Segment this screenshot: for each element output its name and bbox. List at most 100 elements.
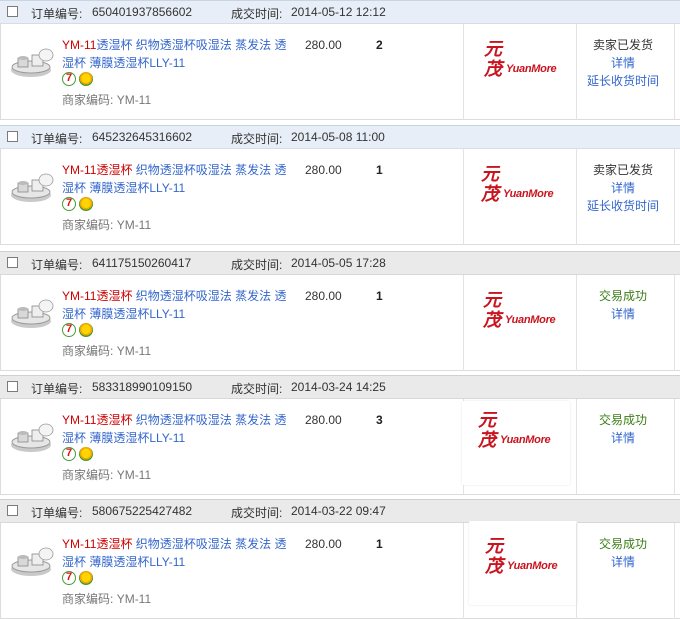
service-icons: 7 [62,197,96,213]
order-no: 645232645316602 [92,130,193,144]
order-no-label: 订单编号: [31,506,83,520]
column-divider [463,149,464,245]
order-status-cell: 交易成功 详情 [579,411,667,447]
unit-price: 280.00 [305,38,342,52]
order-header: 订单编号: 650401937856602 成交时间: 2014-05-12 1… [0,0,680,24]
order-checkbox[interactable] [7,257,18,268]
product-thumbnail[interactable] [9,421,55,455]
order-status: 交易成功 [598,413,647,427]
product-thumbnail[interactable] [9,46,55,80]
merchant-code: 商家编码: YM-11 [62,93,152,107]
order-body: YM-11透湿杯 织物透湿杯吸湿法 蒸发法 透湿杯 薄膜透湿杯LLY-11 7 … [0,149,680,245]
order-no: 580675225427482 [92,504,193,518]
details-link[interactable]: 详情 [579,553,667,571]
brand-logo: 元茂 YuanMore [465,155,573,239]
product-title-link[interactable]: YM-11透湿杯 织物透湿杯吸湿法 蒸发法 透湿杯 薄膜透湿杯LLY-11 [62,535,287,571]
order-header: 订单编号: 645232645316602 成交时间: 2014-05-08 1… [0,125,680,149]
details-link[interactable]: 详情 [579,54,667,72]
column-divider [674,399,675,495]
column-divider [674,275,675,371]
order-status-cell: 交易成功 详情 [579,535,667,571]
brand-logo: 元茂 YuanMore [468,30,576,114]
unit-price: 280.00 [305,163,342,177]
order-header: 订单编号: 580675225427482 成交时间: 2014-03-22 0… [0,499,680,523]
order-checkbox[interactable] [7,505,18,516]
extend-receipt-link[interactable]: 延长收货时间 [579,72,667,90]
product-title-link[interactable]: YM-11透湿杯 织物透湿杯吸湿法 蒸发法 透湿杯 薄膜透湿杯LLY-11 [62,287,287,323]
unit-price: 280.00 [305,289,342,303]
details-link[interactable]: 详情 [579,305,667,323]
order-list: 订单编号: 650401937856602 成交时间: 2014-05-12 1… [0,0,680,619]
column-divider [674,149,675,245]
column-divider [576,275,577,371]
quantity: 1 [376,537,383,551]
merchant-code: 商家编码: YM-11 [62,592,152,606]
product-thumbnail[interactable] [9,171,55,205]
order-checkbox[interactable] [7,131,18,142]
column-divider [463,523,464,619]
order-no-label: 订单编号: [31,132,83,146]
seven-day-return-icon[interactable]: 7 [62,447,76,461]
order-status-cell: 卖家已发货 详情 延长收货时间 [579,161,667,215]
deal-time-label: 成交时间: [231,7,283,21]
order-body: YM-11透湿杯 织物透湿杯吸湿法 蒸发法 透湿杯 薄膜透湿杯LLY-11 7 … [0,275,680,371]
merchant-code: 商家编码: YM-11 [62,218,152,232]
service-icons: 7 [62,72,96,88]
deal-time: 2014-05-12 12:12 [291,5,386,19]
order-no: 641175150260417 [92,256,192,270]
product-title-link[interactable]: YM-11透湿杯 织物透湿杯吸湿法 蒸发法 透湿杯 薄膜透湿杯LLY-11 [62,161,287,197]
order-status: 交易成功 [598,289,647,303]
merchant-code: 商家编码: YM-11 [62,344,152,358]
deal-time: 2014-05-08 11:00 [291,130,385,144]
service-icons: 7 [62,323,96,339]
product-title-link[interactable]: YM-11透湿杯 织物透湿杯吸湿法 蒸发法 透湿杯 薄膜透湿杯LLY-11 [62,36,287,72]
order-body: YM-11透湿杯 织物透湿杯吸湿法 蒸发法 透湿杯 薄膜透湿杯LLY-11 7 … [0,24,680,120]
order-body: YM-11透湿杯 织物透湿杯吸湿法 蒸发法 透湿杯 薄膜透湿杯LLY-11 7 … [0,399,680,495]
seven-day-return-icon[interactable]: 7 [62,197,76,211]
quantity: 1 [376,163,383,177]
service-icons: 7 [62,447,96,463]
deal-time: 2014-05-05 17:28 [291,256,386,270]
deal-time-label: 成交时间: [231,382,283,396]
order-header: 订单编号: 641175150260417 成交时间: 2014-05-05 1… [0,251,680,275]
column-divider [576,24,577,120]
product-thumbnail[interactable] [9,297,55,331]
flower-badge-icon[interactable] [79,447,93,461]
order-status-cell: 卖家已发货 详情 延长收货时间 [579,36,667,90]
product-thumbnail[interactable] [9,545,55,579]
deal-time: 2014-03-24 14:25 [291,380,386,394]
order-no: 583318990109150 [92,380,193,394]
flower-badge-icon[interactable] [79,197,93,211]
flower-badge-icon[interactable] [79,72,93,86]
flower-badge-icon[interactable] [79,323,93,337]
seven-day-return-icon[interactable]: 7 [62,323,76,337]
column-divider [576,149,577,245]
brand-logo: 元茂 YuanMore [467,281,575,365]
column-divider [463,24,464,120]
quantity: 3 [376,413,383,427]
order-checkbox[interactable] [7,381,18,392]
order-status-cell: 交易成功 详情 [579,287,667,323]
seven-day-return-icon[interactable]: 7 [62,72,76,86]
column-divider [576,523,577,619]
service-icons: 7 [62,571,96,587]
seven-day-return-icon[interactable]: 7 [62,571,76,585]
order-checkbox[interactable] [7,6,18,17]
deal-time-label: 成交时间: [231,258,283,272]
order-no-label: 订单编号: [31,382,83,396]
extend-receipt-link[interactable]: 延长收货时间 [579,197,667,215]
order-no-label: 订单编号: [31,258,83,272]
quantity: 1 [376,289,383,303]
details-link[interactable]: 详情 [579,179,667,197]
deal-time-label: 成交时间: [231,132,283,146]
order-body: YM-11透湿杯 织物透湿杯吸湿法 蒸发法 透湿杯 薄膜透湿杯LLY-11 7 … [0,521,680,619]
column-divider [463,275,464,371]
order-no-label: 订单编号: [31,7,83,21]
unit-price: 280.00 [305,537,342,551]
flower-badge-icon[interactable] [79,571,93,585]
deal-time-label: 成交时间: [231,506,283,520]
details-link[interactable]: 详情 [579,429,667,447]
product-title-link[interactable]: YM-11透湿杯 织物透湿杯吸湿法 蒸发法 透湿杯 薄膜透湿杯LLY-11 [62,411,287,447]
column-divider [674,24,675,120]
column-divider [674,523,675,619]
